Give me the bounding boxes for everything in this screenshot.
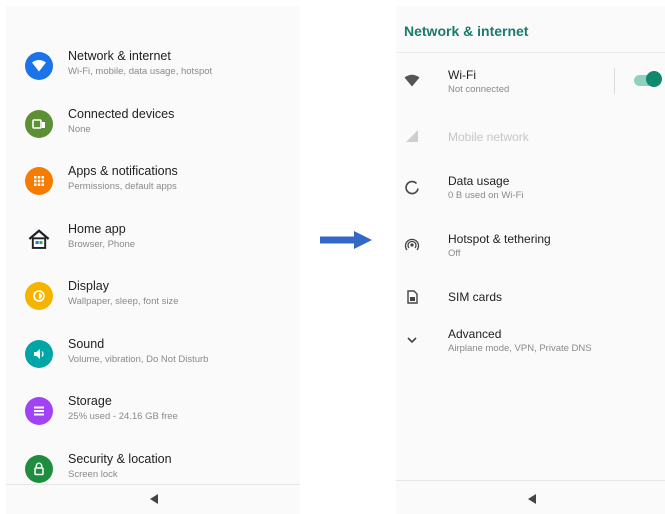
settings-item-security[interactable]: Security & location Screen lock — [6, 448, 300, 498]
settings-item-title: Security & location — [68, 452, 172, 466]
data-usage-title: Data usage — [448, 174, 510, 188]
wifi-icon — [402, 71, 422, 91]
settings-item-subtitle: Screen lock — [68, 469, 118, 480]
hotspot-row[interactable]: Hotspot & tethering Off — [396, 232, 665, 272]
wifi-toggle[interactable] — [632, 70, 665, 90]
mobile-network-title: Mobile network — [448, 130, 529, 144]
back-nav-icon[interactable] — [150, 494, 158, 504]
lock-icon — [25, 455, 53, 483]
toggle-separator — [614, 68, 615, 94]
nav-bar-divider — [6, 484, 300, 485]
settings-item-subtitle: Permissions, default apps — [68, 181, 177, 192]
settings-item-title: Network & internet — [68, 49, 171, 63]
home-icon — [25, 225, 53, 253]
settings-item-apps[interactable]: Apps & notifications Permissions, defaul… — [6, 160, 300, 210]
data-usage-subtitle: 0 B used on Wi-Fi — [448, 190, 524, 201]
settings-item-title: Apps & notifications — [68, 164, 178, 178]
hotspot-title: Hotspot & tethering — [448, 232, 551, 246]
settings-item-storage[interactable]: Storage 25% used - 24.16 GB free — [6, 390, 300, 440]
sim-card-icon — [402, 287, 422, 307]
settings-screen: Network & internet Wi-Fi, mobile, data u… — [6, 6, 300, 514]
transition-arrow-icon — [320, 231, 372, 249]
back-nav-icon[interactable] — [528, 494, 536, 504]
hotspot-subtitle: Off — [448, 248, 461, 259]
data-usage-icon — [402, 177, 422, 197]
settings-item-title: Storage — [68, 394, 112, 408]
settings-item-subtitle: Volume, vibration, Do Not Disturb — [68, 354, 209, 365]
mobile-network-row: Mobile network — [396, 123, 665, 163]
settings-item-subtitle: None — [68, 124, 91, 135]
toggle-thumb — [646, 71, 662, 87]
settings-item-subtitle: Wallpaper, sleep, font size — [68, 296, 179, 307]
brightness-icon — [25, 282, 53, 310]
page-title: Network & internet — [404, 23, 529, 39]
settings-item-title: Display — [68, 279, 109, 293]
sim-cards-row[interactable]: SIM cards — [396, 284, 665, 324]
signal-icon — [402, 126, 422, 146]
header-divider — [396, 52, 665, 53]
advanced-row[interactable]: Advanced Airplane mode, VPN, Private DNS — [396, 327, 665, 367]
devices-icon — [25, 110, 53, 138]
nav-bar-divider — [396, 480, 665, 481]
wifi-row[interactable]: Wi-Fi Not connected — [396, 68, 665, 108]
settings-item-subtitle: 25% used - 24.16 GB free — [68, 411, 178, 422]
wifi-icon — [25, 52, 53, 80]
hotspot-icon — [402, 235, 422, 255]
advanced-subtitle: Airplane mode, VPN, Private DNS — [448, 343, 592, 354]
settings-item-title: Connected devices — [68, 107, 175, 121]
apps-icon — [25, 167, 53, 195]
settings-item-display[interactable]: Display Wallpaper, sleep, font size — [6, 275, 300, 325]
settings-item-network[interactable]: Network & internet Wi-Fi, mobile, data u… — [6, 45, 300, 95]
sim-cards-title: SIM cards — [448, 290, 503, 304]
settings-item-connected-devices[interactable]: Connected devices None — [6, 103, 300, 153]
settings-item-subtitle: Browser, Phone — [68, 239, 136, 250]
settings-item-sound[interactable]: Sound Volume, vibration, Do Not Disturb — [6, 333, 300, 383]
network-internet-screen: Network & internet Wi-Fi Not connected M… — [396, 6, 665, 514]
settings-item-home-app[interactable]: Home app Browser, Phone — [6, 218, 300, 268]
data-usage-row[interactable]: Data usage 0 B used on Wi-Fi — [396, 174, 665, 214]
wifi-title: Wi-Fi — [448, 68, 476, 82]
volume-icon — [25, 340, 53, 368]
chevron-down-icon — [402, 330, 422, 350]
settings-item-subtitle: Wi-Fi, mobile, data usage, hotspot — [68, 66, 213, 77]
advanced-title: Advanced — [448, 327, 502, 341]
settings-item-title: Home app — [68, 222, 126, 236]
wifi-status: Not connected — [448, 84, 510, 95]
storage-icon — [25, 397, 53, 425]
settings-item-title: Sound — [68, 337, 105, 351]
